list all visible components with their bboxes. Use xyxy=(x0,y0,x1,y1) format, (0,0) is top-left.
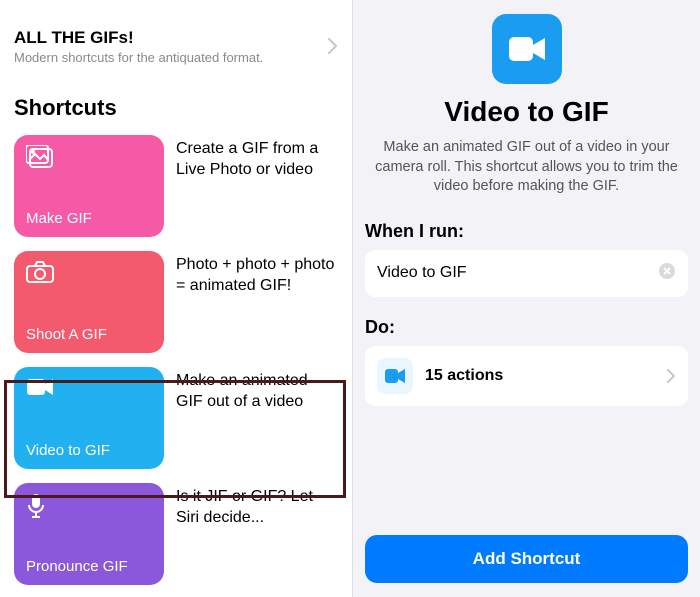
video-camera-icon xyxy=(384,367,406,385)
shortcut-tile-label: Pronounce GIF xyxy=(26,558,152,575)
shortcut-detail-title: Video to GIF xyxy=(365,96,688,128)
collection-title: ALL THE GIFs! xyxy=(14,28,328,48)
shortcuts-gallery-pane: ALL THE GIFs! Modern shortcuts for the a… xyxy=(0,0,352,597)
shortcut-description: Is it JIF or GIF? Let Siri decide... xyxy=(176,487,338,529)
camera-icon xyxy=(26,261,54,285)
shortcut-tile-make-gif[interactable]: Make GIF xyxy=(14,135,164,237)
shortcut-app-icon xyxy=(492,14,562,84)
do-label: Do: xyxy=(365,317,688,338)
video-camera-icon xyxy=(507,34,547,64)
shortcut-detail-description: Make an animated GIF out of a video in y… xyxy=(365,138,688,197)
chevron-right-icon xyxy=(667,363,676,389)
shortcut-row[interactable]: Make GIF Create a GIF from a Live Photo … xyxy=(0,129,352,245)
add-shortcut-button[interactable]: Add Shortcut xyxy=(365,535,688,583)
shortcut-row[interactable]: Video to GIF Make an animated GIF out of… xyxy=(0,361,352,477)
shortcut-description: Make an animated GIF out of a video xyxy=(176,371,338,413)
photo-icon xyxy=(26,145,54,169)
chevron-right-icon xyxy=(328,34,338,60)
collection-subtitle: Modern shortcuts for the antiquated form… xyxy=(14,50,328,65)
clear-icon[interactable] xyxy=(658,262,676,285)
when-i-run-value: Video to GIF xyxy=(377,264,467,282)
shortcut-tile-label: Make GIF xyxy=(26,210,152,227)
shortcut-description: Create a GIF from a Live Photo or video xyxy=(176,139,338,181)
gallery-collection-header[interactable]: ALL THE GIFs! Modern shortcuts for the a… xyxy=(0,10,352,71)
shortcut-row[interactable]: Shoot A GIF Photo + photo + photo = anim… xyxy=(0,245,352,361)
actions-count: 15 actions xyxy=(425,367,503,385)
section-heading-shortcuts: Shortcuts xyxy=(0,71,352,129)
video-camera-icon xyxy=(26,377,54,401)
actions-card[interactable]: 15 actions xyxy=(365,346,688,406)
shortcut-tile-label: Shoot A GIF xyxy=(26,326,152,343)
shortcut-tile-label: Video to GIF xyxy=(26,442,152,459)
actions-shortcut-icon xyxy=(377,358,413,394)
when-i-run-label: When I run: xyxy=(365,221,688,242)
shortcut-tile-pronounce-gif[interactable]: Pronounce GIF xyxy=(14,483,164,585)
shortcut-tile-video-to-gif[interactable]: Video to GIF xyxy=(14,367,164,469)
shortcut-row[interactable]: Pronounce GIF Is it JIF or GIF? Let Siri… xyxy=(0,477,352,593)
shortcut-tile-shoot-a-gif[interactable]: Shoot A GIF xyxy=(14,251,164,353)
microphone-icon xyxy=(26,493,54,517)
shortcut-detail-pane: Video to GIF Make an animated GIF out of… xyxy=(352,0,700,597)
shortcut-description: Photo + photo + photo = animated GIF! xyxy=(176,255,338,297)
when-i-run-field[interactable]: Video to GIF xyxy=(365,250,688,297)
